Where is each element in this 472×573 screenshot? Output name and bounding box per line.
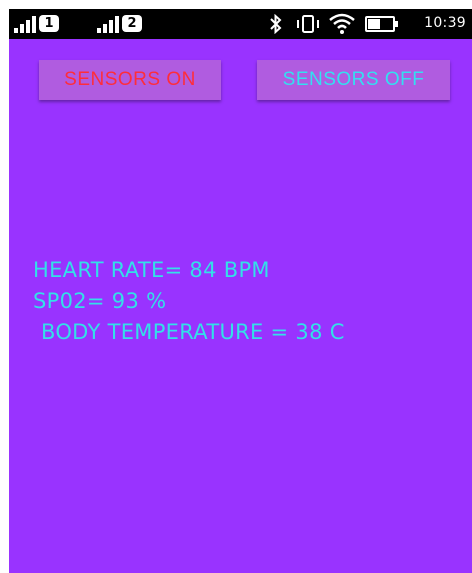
status-bar: 1 2 10:39: [9, 9, 472, 39]
signal-icon: [14, 16, 36, 33]
body-temperature-reading: BODY TEMPERATURE = 38 C: [41, 320, 345, 344]
bluetooth-icon: [267, 13, 285, 35]
sensors-off-button[interactable]: SENSORS OFF: [257, 60, 450, 100]
sim2-badge: 2: [122, 15, 142, 32]
sim1-badge: 1: [39, 15, 59, 32]
battery-icon: [365, 13, 399, 35]
spo2-reading: SP02= 93 %: [33, 289, 167, 313]
sensors-on-button[interactable]: SENSORS ON: [39, 60, 221, 100]
clock: 10:39: [424, 15, 466, 31]
app-screen: 1 2 10:39 SENSORS ON SENSORS OFF HEART R…: [9, 9, 472, 573]
heart-rate-reading: HEART RATE= 84 BPM: [33, 258, 270, 282]
signal-icon: [97, 16, 119, 33]
wifi-icon: [327, 13, 357, 35]
vibrate-icon: [295, 13, 321, 35]
